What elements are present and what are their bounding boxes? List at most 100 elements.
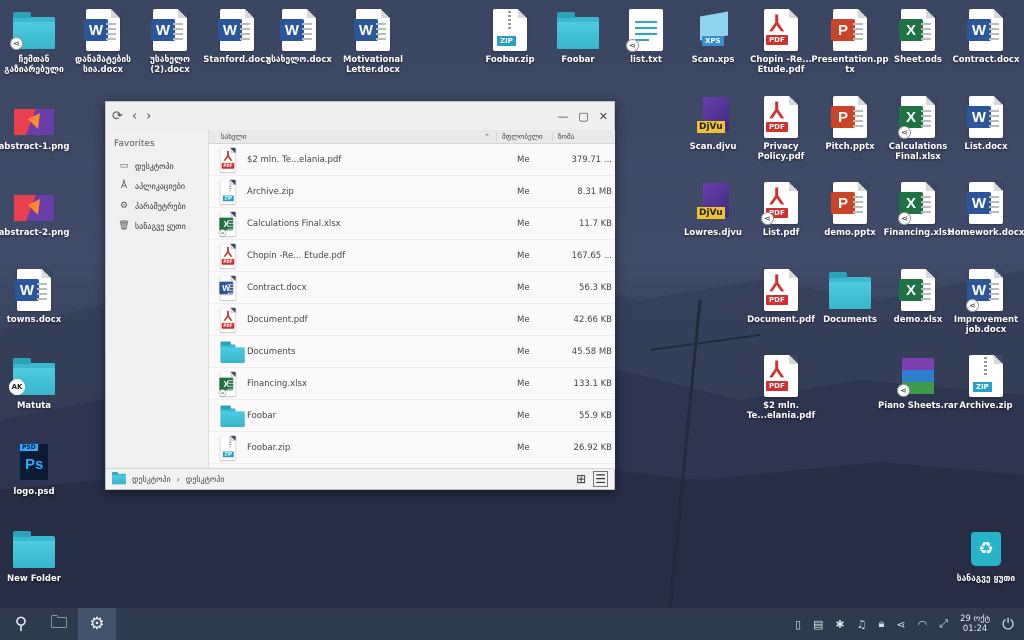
desktop-icon[interactable]: W Homework.docx	[947, 181, 1024, 238]
grid-view-icon[interactable]: ⊞	[575, 472, 587, 486]
table-header: სახელი ⌃ მფლობელი ზომა	[209, 130, 615, 144]
file-manager-window[interactable]: ⟳ ‹ › — ▢ ✕ Favorites ▭ დესკტოპი Åაპლიკაც…	[105, 101, 615, 490]
back-icon[interactable]: ‹	[132, 109, 137, 124]
excel-file-icon: X ⋖	[218, 211, 236, 237]
share-icon[interactable]: ⋖	[896, 618, 905, 631]
lock-icon[interactable]: 🔒︎	[879, 617, 885, 631]
word-file-icon: W	[151, 9, 187, 51]
desktop-icon[interactable]: New Folder	[0, 527, 73, 584]
phone-icon[interactable]: ▯	[795, 618, 801, 631]
close-icon[interactable]: ✕	[599, 110, 608, 123]
desktop-icon-label: towns.docx	[6, 315, 62, 325]
table-row[interactable]: ⅄ PDF Chopin -Re... Etude.pdf Me 167.65 ...	[209, 240, 615, 272]
desktop-icon[interactable]: abstract-1.png	[0, 95, 73, 152]
file-name: $2 mln. Te...elania.pdf	[247, 154, 342, 165]
file-name: Chopin -Re... Etude.pdf	[247, 250, 346, 261]
zip-file-icon: ZIP	[493, 9, 527, 51]
shared-badge-icon: ⋖	[898, 212, 911, 225]
desktop-icon[interactable]: abstract-2.png	[0, 181, 73, 238]
desktop-icon-label: სანაგვე ყუთი	[956, 574, 1016, 584]
text-file-icon: ⋖	[626, 9, 663, 52]
desktop-icon[interactable]: W Motivational Letter.docx	[334, 8, 412, 75]
wifi-icon[interactable]: ◠	[918, 618, 928, 631]
file-owner: Me	[517, 250, 530, 261]
breadcrumb-root[interactable]: დესკტოპი	[132, 475, 171, 484]
xps-file-icon: XPS	[696, 10, 730, 50]
table-row[interactable]: ⅄ PDF $2 mln. Te...elania.pdf Me 379.71 ...	[209, 144, 615, 176]
files-icon[interactable]: 🗀	[40, 608, 78, 640]
zip-file-icon: ZIP	[220, 435, 236, 460]
bug-icon[interactable]: ✱	[835, 618, 844, 631]
desktop-icon[interactable]: ⅄ PDF Chopin -Re... Etude.pdf	[742, 8, 820, 75]
desktop-icon[interactable]: ⅄ PDF Document.pdf	[742, 268, 820, 325]
pdf-file-icon: ⅄ PDF	[220, 147, 236, 172]
word-file-icon: W	[967, 182, 1003, 224]
desktop-icon-label: Contract.docx	[952, 55, 1020, 65]
desktop-icon[interactable]: W ⋖ Improvement job.docx	[947, 268, 1024, 335]
maximize-icon[interactable]: ▢	[578, 110, 588, 123]
window-toolbar: ⟳ ‹ › — ▢ ✕	[106, 102, 614, 130]
desktop-icon-label: abstract-2.png	[0, 228, 70, 238]
shared-badge-icon: ⋖	[626, 39, 639, 52]
search-icon[interactable]: ⚲	[2, 608, 40, 640]
desktop-icon[interactable]: Wუსახელო.docx	[260, 8, 338, 65]
refresh-icon[interactable]: ⟳	[112, 109, 123, 124]
desktop-icon[interactable]: W Contract.docx	[947, 8, 1024, 65]
apps-icon: Å	[120, 181, 128, 191]
desktop-icon[interactable]: ⅄ PDF Privacy Policy.pdf	[742, 95, 820, 162]
file-size: 26.92 KB	[573, 442, 612, 453]
table-row[interactable]: Foobar Me 55.9 KB	[209, 400, 615, 432]
desktop-icon[interactable]: AK Matuta	[0, 354, 73, 411]
table-row[interactable]: Documents Me 45.58 MB	[209, 336, 615, 368]
inbox-icon[interactable]: ▤	[813, 618, 823, 631]
file-size: 42.66 KB	[573, 314, 612, 325]
excel-file-icon: X ⋖	[898, 182, 935, 225]
avatar: AK	[9, 379, 25, 395]
desktop-icon[interactable]: Wtowns.docx	[0, 268, 73, 325]
table-row[interactable]: X ⋖ Financing.xlsx Me 133.1 KB	[209, 368, 615, 400]
breadcrumb-current[interactable]: დესკტოპი	[186, 475, 225, 484]
folder-icon	[112, 472, 126, 485]
sidebar-item-label: სანაგვე ყუთი	[135, 221, 186, 231]
file-owner: Me	[517, 442, 530, 453]
power-icon[interactable]: ⏻	[1002, 615, 1014, 633]
pdf-file-icon: ⅄ PDF	[764, 96, 798, 138]
file-owner: Me	[517, 186, 530, 197]
clock[interactable]: 29 ოქტ 01:24	[960, 614, 990, 634]
column-header-size[interactable]: ზომა	[553, 133, 574, 141]
status-bar: დესკტოპი › დესკტოპი ⊞ ☰	[106, 468, 614, 489]
sidebar-item-trash[interactable]: 🗑 სანაგვე ყუთი	[106, 216, 208, 236]
table-row[interactable]: ⅄ PDF Document.pdf Me 42.66 KB	[209, 304, 615, 336]
desktop-icon[interactable]: ⅄ PDF ⋖ List.pdf	[742, 181, 820, 238]
file-size: 133.1 KB	[573, 378, 612, 389]
zip-file-icon: ZIP	[969, 355, 1003, 397]
file-name: Calculations Final.xlsx	[247, 218, 341, 229]
settings-icon[interactable]: ⚙	[78, 608, 116, 640]
desktop-icon[interactable]: PSD Ps logo.psd	[0, 440, 73, 497]
column-header-owner[interactable]: მფლობელი	[497, 132, 553, 141]
table-row[interactable]: W Contract.docx Me 56.3 KB	[209, 272, 615, 304]
table-row[interactable]: X ⋖ Calculations Final.xlsx Me 11.7 KB	[209, 208, 615, 240]
bell-icon[interactable]: ♫	[857, 618, 867, 631]
sidebar-item-apps[interactable]: Åაპლიკაციები	[106, 176, 208, 196]
table-row[interactable]: ZIP Archive.zip Me 8.31 MB	[209, 176, 615, 208]
zip-file-icon: ZIP	[220, 179, 236, 204]
list-view-icon[interactable]: ☰	[593, 471, 608, 487]
file-owner: Me	[517, 410, 530, 421]
desktop-icon[interactable]: ⅄ PDF $2 mln. Te...elania.pdf	[742, 354, 820, 421]
ppt-file-icon: P	[831, 182, 867, 224]
fullscreen-icon[interactable]: ⤢	[939, 617, 948, 631]
desktop-icon[interactable]: ZIP Archive.zip	[947, 354, 1024, 411]
desktop-icon[interactable]: W List.docx	[947, 95, 1024, 152]
sidebar-item-settings[interactable]: ⚙ პარამეტრები	[106, 196, 208, 216]
table-row[interactable]: ZIP Foobar.zip Me 26.92 KB	[209, 432, 615, 464]
column-header-name[interactable]: სახელი ⌃	[209, 132, 497, 141]
desktop-icon-label: $2 mln. Te...elania.pdf	[746, 401, 816, 421]
taskbar: ⚲ 🗀 ⚙ ▯ ▤ ✱ ♫ 🔒︎ ⋖ ◠ ⤢ 29 ოქტ 01:24 ⏻	[0, 608, 1024, 640]
file-list: სახელი ⌃ მფლობელი ზომა ⅄ PDF $2 mln. Te...e…	[209, 130, 615, 469]
desktop-icon[interactable]: ♻ სანაგვე ყუთი	[947, 527, 1024, 584]
sidebar-item-desktop[interactable]: ▭ დესკტოპი	[106, 156, 208, 176]
forward-icon[interactable]: ›	[146, 109, 151, 124]
file-owner: Me	[517, 378, 530, 389]
minimize-icon[interactable]: —	[557, 110, 568, 123]
